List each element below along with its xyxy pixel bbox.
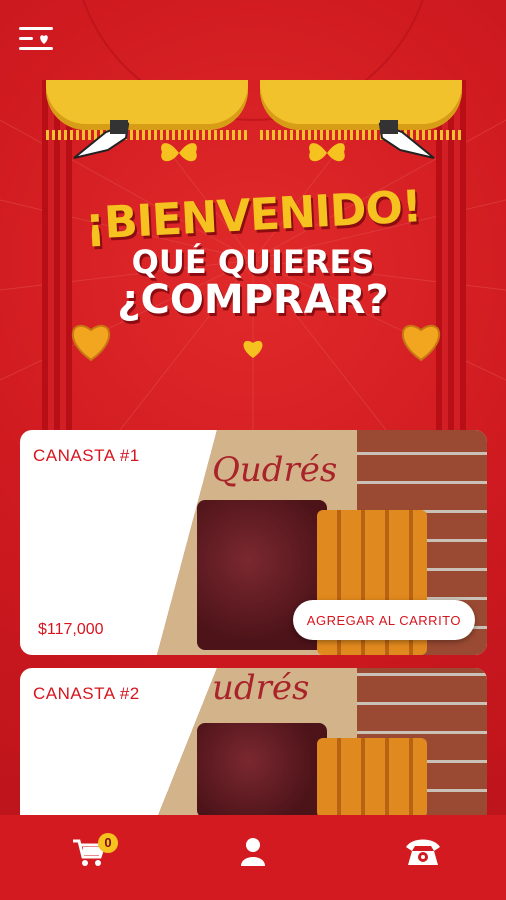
product-title: CANASTA #1 bbox=[33, 446, 140, 465]
cart-button[interactable]: 0 bbox=[72, 833, 118, 872]
call-button[interactable] bbox=[404, 837, 442, 872]
product-card[interactable]: udrés CANASTA #2 bbox=[20, 668, 487, 818]
heart-small-icon bbox=[243, 340, 263, 358]
welcome-question: ¿COMPRAR? bbox=[117, 277, 389, 323]
butterfly-right-icon bbox=[309, 143, 345, 162]
phone-icon bbox=[406, 839, 440, 865]
menu-button[interactable] bbox=[18, 24, 56, 54]
sausage-pack bbox=[317, 738, 427, 818]
welcome-banner: ¡BIENVENIDO! QUÉ QUIERES ¿COMPRAR? bbox=[0, 181, 506, 323]
brand-logo: Qudrés bbox=[212, 450, 338, 490]
heart-right-icon bbox=[402, 324, 440, 362]
product-price: $117,000 bbox=[38, 621, 104, 638]
pointing-hand-left-icon bbox=[73, 120, 130, 159]
product-photo: udrés bbox=[157, 668, 487, 818]
pointing-hand-right-icon bbox=[378, 120, 435, 159]
brand-logo: udrés bbox=[212, 668, 310, 708]
product-card[interactable]: Qudrés CANASTA #1 $117,000 AGREGAR AL CA… bbox=[20, 430, 487, 655]
menu-icon bbox=[19, 27, 53, 50]
heart-left-icon bbox=[72, 324, 110, 362]
app-screen: ¡BIENVENIDO! QUÉ QUIERES ¿COMPRAR? Qudré… bbox=[0, 0, 506, 900]
user-icon bbox=[241, 838, 265, 866]
bottom-navigation: 0 bbox=[0, 815, 506, 900]
profile-button[interactable] bbox=[240, 837, 266, 872]
meat-pack bbox=[197, 723, 327, 818]
product-title: CANASTA #2 bbox=[33, 684, 140, 703]
add-to-cart-button[interactable]: AGREGAR AL CARRITO bbox=[292, 600, 475, 640]
cart-count-badge: 0 bbox=[98, 833, 118, 853]
butterfly-left-icon bbox=[161, 143, 197, 162]
